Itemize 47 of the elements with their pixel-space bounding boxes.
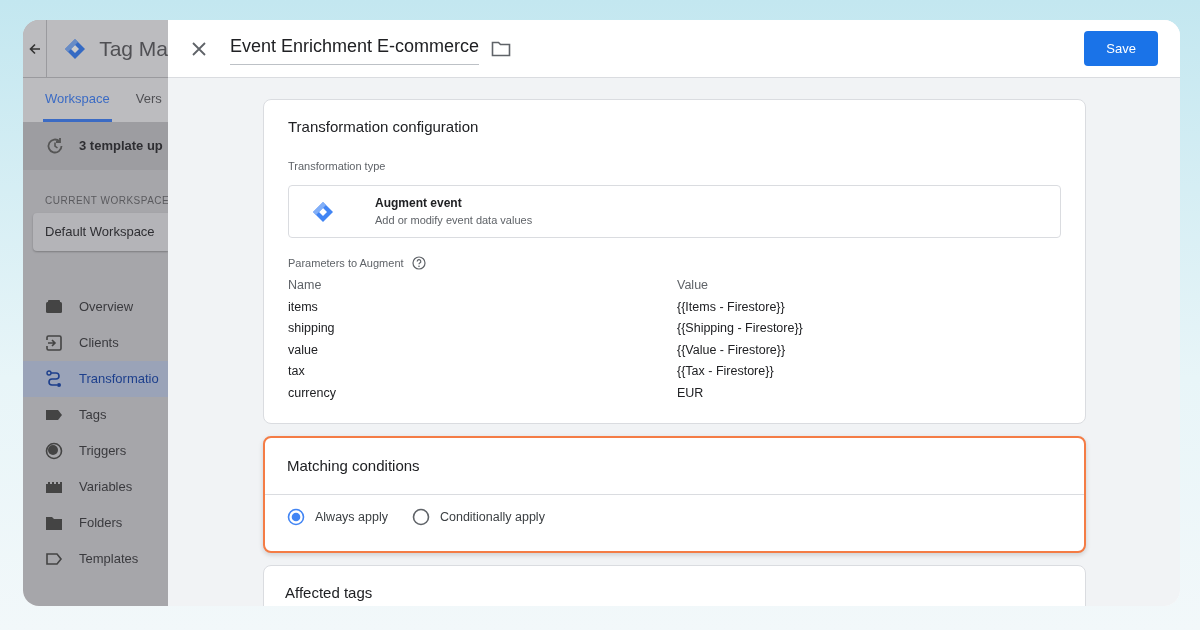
parameter-name: tax	[288, 363, 306, 381]
workspace-selector[interactable]: Default Workspace	[33, 213, 168, 251]
card-title: Transformation configuration	[288, 117, 480, 137]
radio-option[interactable]: Conditionally apply	[411, 507, 545, 527]
field-label: Parameters to Augment	[288, 256, 404, 271]
radio-option[interactable]: Always apply	[287, 507, 388, 527]
parameter-value: EUR	[677, 384, 704, 402]
save-button[interactable]: Save	[1084, 30, 1158, 67]
card-title: Affected tags	[285, 583, 374, 604]
card-title: Matching conditions	[286, 456, 421, 477]
clients-icon	[45, 333, 63, 352]
tab[interactable]: Vers	[133, 78, 164, 122]
parameter-value: {{Tax - Firestore}}	[677, 363, 774, 381]
parameter-value: {{Value - Firestore}}	[677, 341, 786, 359]
nav-item[interactable]: Clients	[23, 324, 168, 361]
transformations-icon	[45, 369, 63, 388]
parameter-name: items	[288, 298, 319, 316]
back-arrow-icon[interactable]	[28, 42, 41, 55]
nav-item[interactable]: Triggers	[23, 432, 168, 469]
column-header: Value	[677, 276, 709, 294]
nav-item[interactable]: Transformatio	[23, 360, 168, 397]
close-icon[interactable]	[192, 41, 206, 56]
parameter-name: value	[288, 341, 319, 359]
type-name: Augment event	[375, 195, 463, 213]
overview-icon	[45, 297, 63, 316]
parameter-name: shipping	[288, 320, 336, 338]
parameter-value: {{Items - Firestore}}	[677, 298, 785, 316]
type-description: Add or modify event data values	[375, 213, 533, 229]
history-icon	[45, 136, 65, 156]
parameter-value: {{Shipping - Firestore}}	[677, 320, 803, 338]
app-title: Tag Ma	[99, 35, 168, 62]
parameter-name: currency	[288, 384, 337, 402]
help-icon[interactable]	[411, 256, 426, 271]
nav-item[interactable]: Folders	[23, 504, 168, 541]
nav-item[interactable]: Tags	[23, 396, 168, 433]
column-header: Name	[288, 276, 323, 294]
triggers-icon	[45, 441, 63, 460]
title-field[interactable]: Event Enrichment E-commerce	[230, 32, 480, 65]
nav-item[interactable]: Templates	[23, 540, 168, 577]
nav-item[interactable]: Overview	[23, 288, 168, 325]
field-label: Transformation type	[288, 158, 387, 174]
type-selector[interactable]: Augment event Add or modify event data values	[288, 185, 1061, 238]
diamond-logo-icon	[311, 199, 335, 224]
folder-icon[interactable]	[491, 39, 512, 58]
nav-item[interactable]: Variables	[23, 468, 168, 505]
update-notice: 3 template up	[79, 137, 163, 156]
section-label: CURRENT WORKSPACE	[45, 194, 168, 208]
